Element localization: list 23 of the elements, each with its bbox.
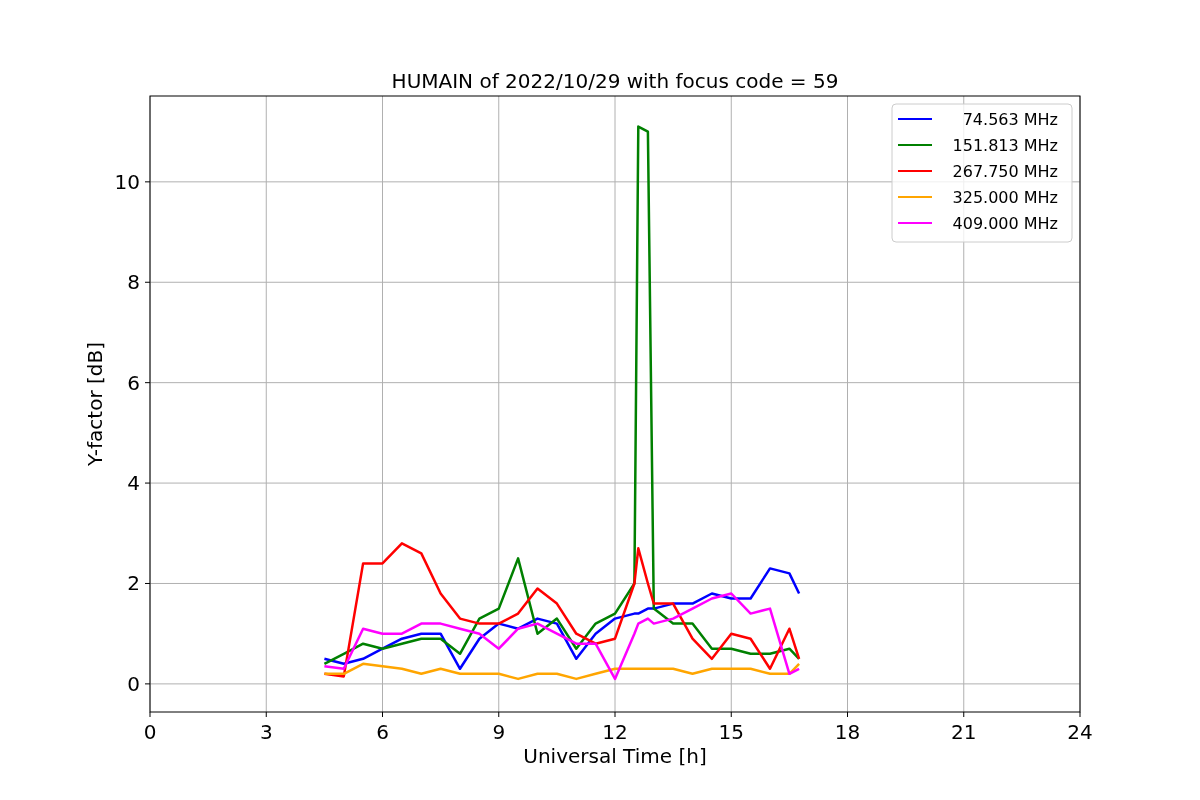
y-tick-label: 0 <box>127 671 140 696</box>
legend-label: 74.563 MHz <box>962 110 1058 129</box>
y-tick-label: 2 <box>127 571 140 596</box>
x-tick-label: 12 <box>602 720 628 744</box>
y-tick-label: 4 <box>127 471 140 496</box>
legend-label: 267.750 MHz <box>952 162 1058 181</box>
y-tick-label: 10 <box>114 169 140 194</box>
legend-label: 409.000 MHz <box>952 214 1058 233</box>
x-tick-label: 6 <box>376 720 389 744</box>
y-tick-label: 8 <box>127 270 140 295</box>
x-tick-label: 9 <box>492 720 506 744</box>
x-tick-label: 3 <box>259 720 273 744</box>
y-axis-label: Y-factor [dB] <box>83 342 107 466</box>
x-tick-label: 15 <box>718 720 744 744</box>
legend-label: 325.000 MHz <box>952 188 1058 207</box>
x-tick-label: 24 <box>1067 720 1093 744</box>
y-tick-label: 6 <box>127 370 140 395</box>
legend-label: 151.813 MHz <box>952 136 1058 155</box>
chart-title: HUMAIN of 2022/10/29 with focus code = 59 <box>391 69 839 93</box>
x-tick-label: 18 <box>834 720 861 744</box>
x-tick-label: 0 <box>143 720 157 744</box>
x-tick-label: 21 <box>951 720 977 744</box>
x-axis-label: Universal Time [h] <box>523 744 707 768</box>
